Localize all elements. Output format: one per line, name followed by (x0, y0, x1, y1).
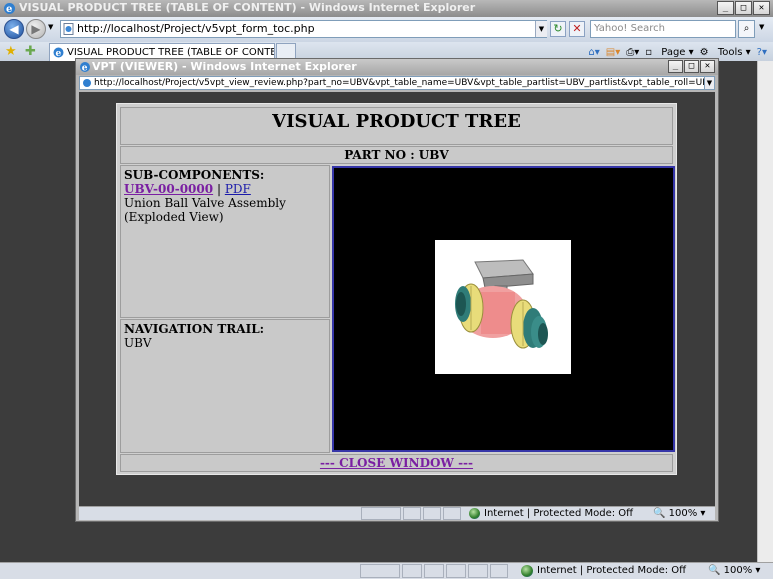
favorites-star-icon[interactable]: ★ (5, 44, 17, 59)
subcomponents-label: SUB-COMPONENTS: (124, 168, 265, 182)
history-dropdown-icon[interactable]: ▼ (48, 23, 53, 31)
close-window-link[interactable]: --- CLOSE WINDOW --- (320, 456, 473, 470)
search-input[interactable]: Yahoo! Search (590, 20, 736, 38)
help-icon[interactable]: ?▾ (757, 47, 767, 58)
image-viewer (332, 166, 675, 452)
home-icon[interactable]: ⌂▾ (588, 47, 599, 58)
print-icon[interactable]: ⎙▾ (626, 47, 639, 58)
minimize-button[interactable]: _ (717, 1, 734, 15)
feeds-icon[interactable]: ▤▾ (606, 47, 620, 58)
page-title: VISUAL PRODUCT TREE (120, 107, 673, 145)
popup-internet-zone-icon (469, 508, 480, 519)
outer-address-bar[interactable]: http://localhost/Project/v5vpt_form_toc.… (60, 20, 547, 38)
tools-menu[interactable]: ⚙ Tools ▾ (700, 47, 751, 58)
navigation-trail-label: NAVIGATION TRAIL: (124, 322, 265, 336)
stop-icon[interactable]: ✕ (569, 21, 585, 37)
status-cell (468, 564, 488, 578)
subcomponent-row: UBV-00-0000 | PDF (124, 182, 326, 196)
popup-status-cell (361, 507, 401, 520)
popup-maximize-button[interactable]: □ (684, 60, 699, 73)
popup-titlebar: e VPT (VIEWER) - Windows Internet Explor… (76, 59, 718, 75)
popup-ie-icon: e (80, 62, 90, 74)
status-cell (360, 564, 400, 578)
popup-status-cell (443, 507, 461, 520)
add-favorites-icon[interactable]: ✚ (25, 44, 36, 59)
subcomponent-description: Union Ball Valve Assembly (Exploded View… (124, 196, 286, 224)
status-cell (446, 564, 466, 578)
popup-zoom[interactable]: 🔍 100% ▾ (653, 507, 705, 520)
search-options-icon[interactable]: ▼ (759, 23, 764, 31)
pdf-link[interactable]: PDF (225, 182, 251, 196)
page-menu-label: Page (661, 46, 686, 58)
popup-close-button[interactable]: ✕ (700, 60, 715, 73)
popup-window-controls: _ □ ✕ (667, 60, 715, 75)
tab-label: VISUAL PRODUCT TREE (TABLE OF CONTENT) (67, 47, 275, 58)
svg-text:e: e (82, 64, 88, 74)
part-number-header: PART NO : UBV (120, 146, 673, 164)
page-menu[interactable]: ▫ Page ▾ (645, 47, 693, 58)
popup-address-text: http://localhost/Project/v5vpt_view_revi… (94, 78, 714, 88)
link-separator: | (216, 182, 221, 196)
outer-window-title: VISUAL PRODUCT TREE (TABLE OF CONTENT) -… (19, 1, 476, 14)
maximize-button[interactable]: □ (735, 1, 752, 15)
ie-logo-icon: e (4, 3, 15, 15)
svg-text:e: e (56, 49, 62, 58)
outer-address-text: http://localhost/Project/v5vpt_form_toc.… (77, 22, 315, 35)
internet-zone-icon (521, 565, 533, 577)
status-cell (490, 564, 508, 578)
outer-status-zone: Internet | Protected Mode: Off (537, 565, 687, 576)
page-icon (63, 23, 74, 35)
navigation-trail-value: UBV (124, 336, 152, 350)
outer-zoom[interactable]: 🔍 100% ▾ (708, 564, 760, 578)
search-icon[interactable]: ⌕ (738, 20, 755, 38)
tab-ie-icon: e (53, 47, 64, 58)
popup-status-zone: Internet | Protected Mode: Off (484, 508, 634, 519)
status-cell (402, 564, 422, 578)
union-ball-valve-image (455, 259, 548, 349)
close-window-row: --- CLOSE WINDOW --- (120, 454, 673, 472)
vpt-table: VISUAL PRODUCT TREE PART NO : UBV SUB-CO… (116, 103, 677, 475)
status-cell (424, 564, 444, 578)
outer-zoom-value: 100% (723, 565, 753, 576)
outer-window-controls: _ □ ✕ (716, 1, 770, 16)
popup-address-dropdown-icon[interactable]: ▼ (704, 76, 715, 90)
outer-titlebar: e VISUAL PRODUCT TREE (TABLE OF CONTENT)… (0, 0, 773, 17)
close-button[interactable]: ✕ (753, 1, 770, 15)
popup-status-cell (423, 507, 441, 520)
svg-text:e: e (6, 4, 12, 15)
popup-status-cell (403, 507, 421, 520)
popup-address-bar[interactable]: http://localhost/Project/v5vpt_view_revi… (79, 76, 715, 90)
subcomponents-panel: SUB-COMPONENTS: UBV-00-0000 | PDF Union … (120, 165, 330, 318)
popup-page-icon (83, 79, 91, 87)
subcomponent-link[interactable]: UBV-00-0000 (124, 182, 213, 196)
popup-zoom-value: 100% (668, 508, 698, 519)
popup-minimize-button[interactable]: _ (668, 60, 683, 73)
tools-menu-label: Tools (717, 46, 743, 58)
navigation-trail-panel: NAVIGATION TRAIL: UBV (120, 319, 330, 453)
forward-button[interactable]: ▶ (26, 19, 46, 39)
back-button[interactable]: ◀ (4, 19, 24, 39)
refresh-icon[interactable]: ↻ (550, 21, 566, 37)
outer-status-bar: Internet | Protected Mode: Off 🔍 100% ▾ (0, 562, 773, 579)
popup-window-title: VPT (VIEWER) - Windows Internet Explorer (92, 60, 357, 73)
address-dropdown-icon[interactable]: ▼ (535, 21, 547, 37)
popup-status-bar: Internet | Protected Mode: Off 🔍 100% ▾ (79, 506, 715, 520)
assembly-image[interactable] (435, 240, 571, 374)
outer-vertical-scrollbar[interactable] (757, 61, 773, 562)
